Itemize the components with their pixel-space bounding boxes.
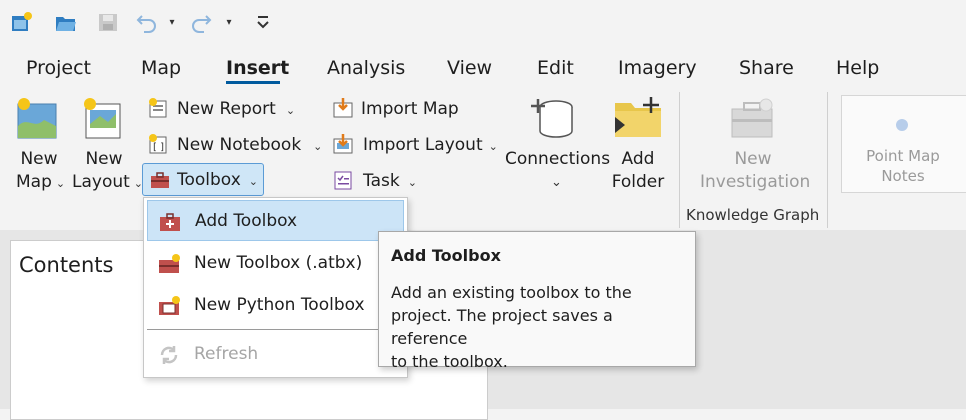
new-report-button[interactable]: New Report ⌄ [177,98,295,122]
tab-edit[interactable]: Edit [537,57,574,79]
ribbon-separator [827,92,828,228]
tooltip-line: project. The project saves a reference [391,306,613,348]
new-layout-label-line1[interactable]: New [84,148,124,170]
menu-item-label: New Python Toolbox [194,295,365,315]
add-folder-label-line2[interactable]: Folder [610,171,666,193]
menu-item-label: Refresh [194,344,259,364]
add-folder-label-line1[interactable]: Add [614,148,662,170]
menu-item-add-toolbox[interactable]: Add Toolbox [147,200,404,241]
contents-pane-title: Contents [19,253,114,277]
redo-dropdown-icon: ▾ [226,16,232,28]
import-layout-icon [331,133,355,159]
tooltip-body: Add an existing toolbox to the project. … [391,281,683,373]
new-notebook-icon: [ ] [147,133,169,159]
chevron-down-icon: ⌄ [55,177,66,190]
new-investigation-label-line1: New [734,149,772,169]
tooltip-line: Add an existing toolbox to the [391,283,632,302]
ribbon-separator [679,92,680,228]
menu-item-label: Add Toolbox [195,211,298,231]
svg-text:[ ]: [ ] [153,142,164,153]
import-map-button[interactable]: Import Map [361,98,459,120]
toolbox-dropdown-menu: Add Toolbox New Toolbox (.atbx) New Pyth… [143,197,408,378]
tab-help[interactable]: Help [836,57,879,79]
menu-item-new-python-toolbox[interactable]: New Python Toolbox [147,285,404,326]
undo-dropdown-icon: ▾ [169,16,175,28]
task-icon [331,169,355,195]
import-map-icon [331,97,355,123]
new-investigation-label-line2: Investigation [700,172,811,192]
tab-share[interactable]: Share [739,57,794,79]
new-report-label: New Report [177,99,276,119]
customize-qat-icon[interactable] [254,8,272,36]
new-toolbox-icon [157,253,181,279]
toolbox-icon [149,170,171,194]
chevron-down-icon: ⌄ [248,175,258,188]
redo-icon [188,8,214,36]
add-folder-icon[interactable] [613,95,663,143]
point-marker-icon [896,119,908,131]
tab-project[interactable]: Project [26,57,91,79]
tab-insert[interactable]: Insert [226,57,289,79]
chevron-down-icon[interactable]: ⌄ [551,172,562,194]
connections-icon[interactable] [530,95,578,145]
toolbox-label: Toolbox [177,170,241,190]
new-notebook-button[interactable]: New Notebook ⌄ [177,134,322,158]
import-layout-button[interactable]: Import Layout ⌄ [363,134,498,158]
chevron-down-icon: ⌄ [313,140,323,153]
tab-map[interactable]: Map [141,57,181,79]
point-map-notes-label-line2: Notes [881,167,925,185]
new-notebook-label: New Notebook [177,135,302,155]
new-layout-label-line2: Layout [72,172,130,192]
new-layout-button[interactable]: Layout ⌄ [72,171,143,195]
connections-label[interactable]: Connections [505,148,610,170]
new-map-label-line1[interactable]: New [16,148,62,170]
point-map-notes-label-line1: Point Map [866,147,940,165]
menu-item-new-toolbox-atbx[interactable]: New Toolbox (.atbx) [147,243,404,284]
tab-analysis[interactable]: Analysis [327,57,405,79]
new-map-label-line2: Map [16,172,52,192]
open-project-icon[interactable] [52,8,80,36]
new-investigation-icon [728,95,778,143]
new-map-button[interactable]: Map ⌄ [16,171,65,195]
tab-imagery[interactable]: Imagery [618,57,697,79]
new-project-icon[interactable] [8,8,36,36]
new-python-toolbox-icon [157,295,181,321]
import-layout-label: Import Layout [363,135,483,155]
tooltip-line: to the toolbox. [391,352,508,371]
undo-icon [134,8,160,36]
active-tab-indicator [226,81,280,84]
menu-item-label: New Toolbox (.atbx) [194,253,363,273]
chevron-down-icon: ⌄ [488,140,498,153]
new-map-icon[interactable] [14,96,60,146]
chevron-down-icon: ⌄ [285,104,296,117]
new-report-icon [147,97,169,123]
toolbox-label-wrap[interactable]: Toolbox ⌄ [177,169,258,193]
tooltip-title: Add Toolbox [391,246,501,265]
menu-divider [147,329,404,330]
task-button[interactable]: Task ⌄ [363,170,417,194]
menu-item-refresh: Refresh [147,334,404,375]
refresh-icon [157,344,181,370]
tab-view[interactable]: View [447,57,492,79]
add-toolbox-icon [158,211,182,237]
chevron-down-icon: ⌄ [407,176,417,189]
task-label: Task [363,171,400,191]
new-layout-icon[interactable] [80,96,126,146]
save-project-icon [94,8,122,36]
ribbon-group-label-knowledge-graph: Knowledge Graph [686,206,820,224]
tooltip-add-toolbox: Add Toolbox Add an existing toolbox to t… [378,231,696,371]
